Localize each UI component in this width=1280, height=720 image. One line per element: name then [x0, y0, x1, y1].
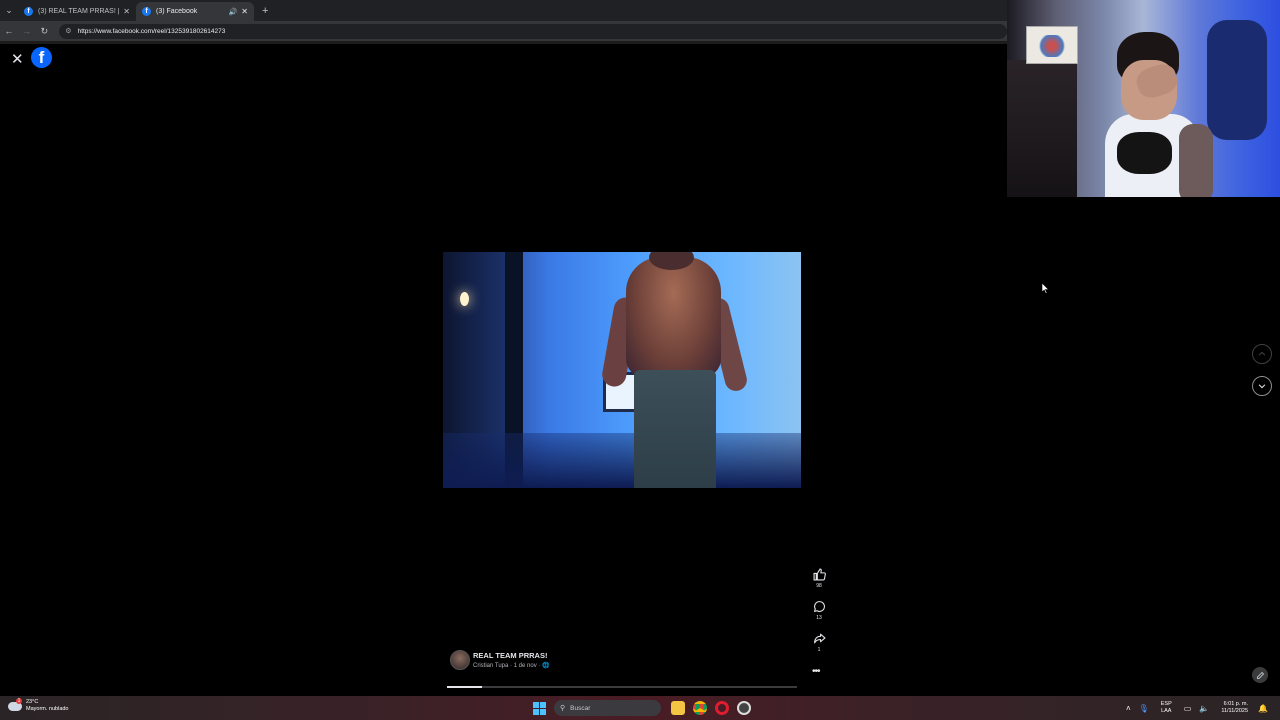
clock-time: 6:01 p. m.	[1223, 701, 1249, 707]
author-subline: Cristian Tupa · 1 de nov · 🌐	[473, 663, 550, 669]
reload-icon[interactable]: ↻	[36, 26, 54, 37]
windows-taskbar: 1 23°C Mayorm. nublado ⚲ Buscar ˄ 🎙 ESP …	[0, 696, 1280, 720]
cloud-icon: 1	[8, 697, 22, 711]
lang-code: ESP	[1160, 701, 1172, 707]
like-thumb-icon[interactable]	[812, 567, 826, 581]
like-count: 98	[816, 583, 822, 589]
chevron-up-icon	[1258, 351, 1266, 356]
search-icon: ⚲	[560, 705, 566, 712]
weather-desc: Mayorm. nublado	[26, 706, 69, 712]
search-placeholder: Buscar	[570, 704, 591, 712]
browser-tab-strip: ⌄ f (3) REAL TEAM PRRAS! | Facebo ✕ f (3…	[0, 0, 1007, 21]
windows-start-icon[interactable]	[533, 701, 546, 715]
address-bar[interactable]: ⚙ https://www.facebook.com/reel/13253918…	[59, 23, 1007, 39]
lang-layout: LAA	[1161, 708, 1172, 714]
tab-title: (3) REAL TEAM PRRAS! | Facebo	[38, 8, 120, 15]
reel-author: REAL TEAM PRRAS! Cristian Tupa · 1 de no…	[450, 650, 550, 670]
comment-count: 13	[816, 615, 822, 621]
clock-date: 11/11/2025	[1221, 708, 1249, 714]
forward-arrow-icon[interactable]: →	[18, 26, 36, 36]
video-progress-fill	[447, 686, 482, 688]
streamer	[1087, 32, 1217, 197]
like-action[interactable]: 98	[806, 567, 832, 599]
reel-video[interactable]	[443, 252, 801, 488]
more-options-icon[interactable]: •••	[812, 666, 820, 677]
system-tray: ˄ 🎙 ESP LAA ▭ 🔈 6:01 p. m. 11/11/2025 🔔	[1122, 698, 1272, 718]
avatar[interactable]	[450, 650, 470, 670]
site-info-icon[interactable]: ⚙	[65, 27, 71, 35]
facebook-favicon-icon: f	[24, 7, 33, 16]
comment-action[interactable]: 13	[806, 599, 832, 631]
file-explorer-icon[interactable]	[671, 701, 685, 715]
close-icon[interactable]: ✕	[11, 50, 24, 68]
tab-title: (3) Facebook	[156, 8, 198, 15]
author-name[interactable]: REAL TEAM PRRAS!	[473, 651, 550, 660]
microphone-icon[interactable]: 🎙	[1139, 704, 1149, 713]
tab-search-icon[interactable]: ⌄	[0, 0, 18, 21]
video-scene-lamp	[460, 292, 469, 306]
wall-poster	[1026, 26, 1078, 64]
notification-badge: 1	[16, 697, 22, 704]
share-arrow-icon[interactable]	[812, 631, 826, 645]
new-tab-icon[interactable]: +	[262, 5, 268, 17]
taskbar-search-box[interactable]: ⚲ Buscar	[554, 700, 661, 716]
comment-icon[interactable]	[812, 599, 826, 613]
tab-close-icon[interactable]: ✕	[123, 7, 130, 16]
browser-tab-2-active[interactable]: f (3) Facebook 🔊 ✕	[136, 2, 254, 21]
network-icon[interactable]: ▭	[1184, 704, 1192, 713]
share-count: 1	[817, 647, 821, 653]
weather-widget[interactable]: 1 23°C Mayorm. nublado	[8, 697, 69, 713]
webcam-overlay	[1007, 0, 1280, 197]
notifications-icon[interactable]: 🔔	[1258, 704, 1268, 713]
video-progress-bar[interactable]	[447, 686, 797, 688]
facebook-logo-icon[interactable]: f	[31, 47, 52, 68]
language-indicator[interactable]: ESP LAA	[1161, 701, 1172, 715]
edit-icon	[1256, 671, 1264, 679]
back-arrow-icon[interactable]: ←	[0, 26, 18, 36]
share-action[interactable]: 1	[806, 631, 832, 663]
next-reel-button[interactable]	[1252, 376, 1272, 396]
opera-icon[interactable]	[715, 701, 729, 715]
compose-button[interactable]	[1252, 667, 1268, 683]
previous-reel-button[interactable]	[1252, 344, 1272, 364]
url-text: https://www.facebook.com/reel/1325391802…	[77, 27, 226, 35]
chevron-up-icon[interactable]: ˄	[1126, 704, 1131, 713]
browser-toolbar: ← → ↻ ⚙ https://www.facebook.com/reel/13…	[0, 21, 1007, 41]
reel-actions: 98 13 1	[806, 567, 832, 663]
app-icon[interactable]	[737, 701, 751, 715]
mouse-cursor-icon	[1042, 283, 1050, 294]
browser-tab-1[interactable]: f (3) REAL TEAM PRRAS! | Facebo ✕	[18, 2, 136, 21]
weather-temp: 23°C	[26, 699, 39, 705]
tab-close-icon[interactable]: ✕	[241, 7, 248, 16]
clock[interactable]: 6:01 p. m. 11/11/2025	[1221, 701, 1248, 715]
chevron-down-icon	[1258, 384, 1266, 389]
toolbar-divider	[0, 41, 1007, 44]
facebook-favicon-icon: f	[142, 7, 151, 16]
speaker-icon[interactable]: 🔊	[229, 8, 238, 16]
volume-icon[interactable]: 🔈	[1199, 704, 1209, 713]
chrome-icon[interactable]	[693, 701, 707, 715]
video-scene-person	[600, 252, 750, 488]
